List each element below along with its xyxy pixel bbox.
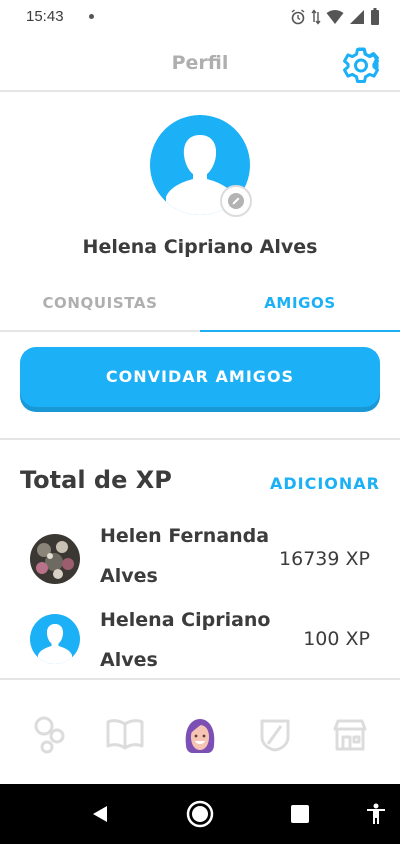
- tab-conquistas[interactable]: CONQUISTAS: [0, 280, 200, 330]
- nav-learn[interactable]: [102, 712, 148, 758]
- profile-name: Helena Cipriano Alves: [82, 236, 318, 258]
- header: Perfil: [0, 34, 400, 92]
- gear-icon: [343, 47, 379, 83]
- photo-avatar-icon: [30, 534, 80, 584]
- data-arrows-icon: [311, 8, 321, 25]
- tab-amigos[interactable]: AMIGOS: [200, 280, 400, 332]
- nav-shop[interactable]: [327, 712, 373, 758]
- friend-xp: 100 XP: [303, 628, 370, 650]
- status-bar: 15:43: [0, 0, 400, 34]
- system-recents-button[interactable]: [286, 800, 314, 828]
- xp-section-title: Total de XP: [20, 466, 172, 494]
- settings-button[interactable]: [342, 46, 380, 84]
- friend-avatar-photo: [30, 534, 80, 584]
- profile-avatar-container: [150, 115, 252, 217]
- notification-dot-icon: [89, 14, 94, 19]
- nav-profile[interactable]: [177, 712, 223, 758]
- pencil-icon: [228, 193, 244, 209]
- invite-friends-button[interactable]: CONVIDAR AMIGOS: [20, 347, 380, 407]
- friend-name: Helen Fernanda Alves: [100, 525, 270, 587]
- wifi-icon: [326, 9, 344, 24]
- shop-icon: [333, 719, 367, 751]
- edit-avatar-button[interactable]: [220, 185, 252, 217]
- page-title: Perfil: [171, 52, 229, 74]
- bottom-nav: [0, 678, 400, 784]
- add-friend-button[interactable]: ADICIONAR: [270, 474, 380, 493]
- profile-icon: [185, 719, 215, 753]
- system-back-button[interactable]: [86, 800, 114, 828]
- recents-square-icon: [291, 805, 309, 823]
- status-icons: [290, 8, 380, 25]
- status-time: 15:43: [26, 8, 64, 25]
- back-triangle-icon: [93, 806, 107, 822]
- friend-name: Helena Cipriano Alves: [100, 609, 271, 671]
- nav-stories[interactable]: [27, 712, 73, 758]
- learn-icon: [106, 719, 144, 750]
- profile-tabs: CONQUISTAS AMIGOS: [0, 280, 400, 332]
- friend-avatar-default: [30, 614, 80, 664]
- system-home-button[interactable]: [186, 800, 214, 828]
- battery-icon: [371, 8, 379, 25]
- alarm-icon: [291, 8, 305, 24]
- home-circle-icon: [186, 800, 214, 828]
- leagues-icon: [260, 719, 290, 752]
- signal-icon: [350, 9, 364, 24]
- list-item[interactable]: Helen Fernanda Alves 16739 XP: [0, 516, 400, 600]
- default-user-icon: [38, 624, 72, 664]
- list-item[interactable]: Helena Cipriano Alves 100 XP: [0, 600, 400, 678]
- system-nav-bar: [0, 784, 400, 844]
- stories-icon: [34, 716, 65, 754]
- accessibility-icon: [367, 803, 385, 824]
- section-divider: [0, 438, 400, 440]
- accessibility-button[interactable]: [362, 800, 390, 828]
- nav-leagues[interactable]: [252, 712, 298, 758]
- friend-xp: 16739 XP: [279, 548, 370, 570]
